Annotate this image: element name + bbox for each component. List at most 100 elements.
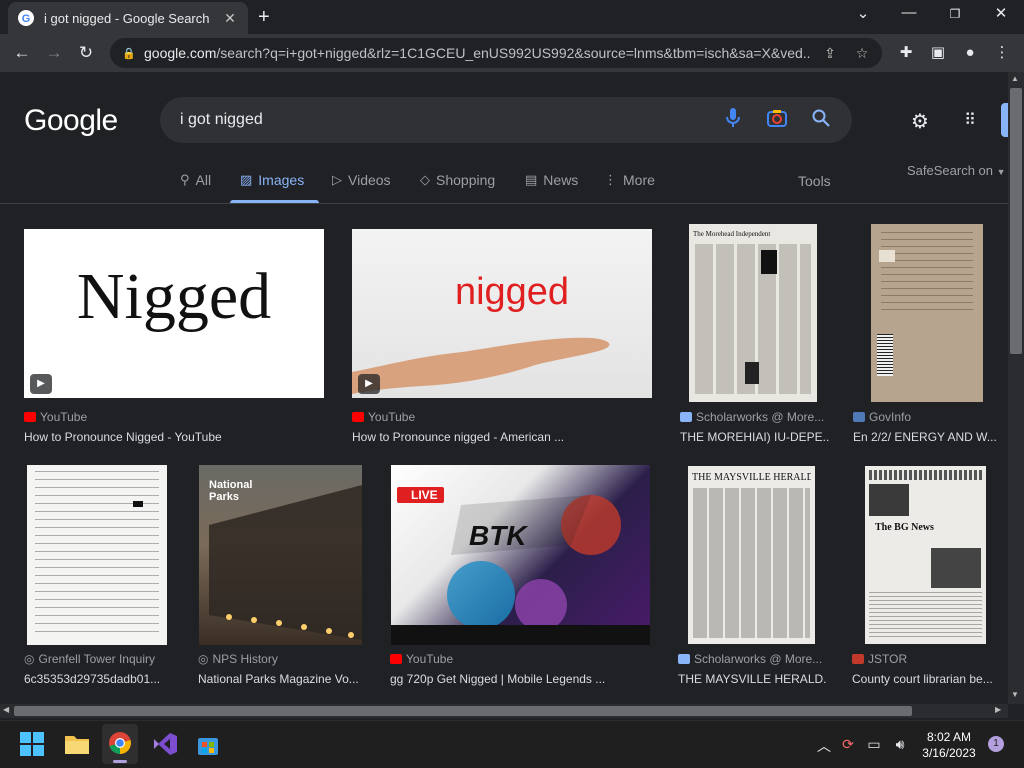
google-logo[interactable]: Google — [24, 104, 118, 138]
globe-icon: ◎ — [24, 652, 35, 666]
horizontal-scrollbar-thumb[interactable] — [14, 706, 912, 716]
windows-start-icon[interactable] — [20, 732, 44, 756]
result-source-5[interactable]: ◎ Grenfell Tower Inquiry — [24, 652, 155, 666]
result-source-9[interactable]: JSTOR — [852, 652, 907, 666]
result-thumbnail-6[interactable]: National Parks — [199, 465, 362, 645]
active-app-indicator — [113, 760, 127, 763]
result-title-4[interactable]: En 2/2/ ENERGY AND W... — [853, 430, 998, 444]
browser-toolbar: ← → ↻ 🔒 google.com/search?q=i+got+nigged… — [0, 34, 1024, 72]
result-source-1[interactable]: YouTube — [24, 410, 87, 424]
tag-icon: ◇ — [420, 172, 430, 187]
result-title-1[interactable]: How to Pronounce Nigged - YouTube — [24, 430, 324, 444]
tab-close-icon[interactable]: ✕ — [222, 10, 238, 27]
notification-badge[interactable]: 1 — [988, 736, 1004, 752]
close-window-button[interactable]: ✕ — [989, 4, 1013, 22]
photo-block — [761, 250, 777, 274]
photo-block — [745, 362, 759, 384]
result-thumbnail-7[interactable]: LIVE BTK — [391, 465, 650, 645]
svg-text:G: G — [22, 13, 31, 25]
result-thumbnail-9[interactable]: The BG News — [865, 466, 986, 644]
scroll-up-icon[interactable]: ▲ — [1011, 74, 1019, 83]
result-source-6[interactable]: ◎ NPS History — [198, 652, 278, 666]
new-tab-button[interactable]: + — [258, 6, 270, 29]
chrome-menu-icon[interactable]: ⋮ — [992, 43, 1012, 63]
result-title-7[interactable]: gg 720p Get Nigged | Mobile Legends ... — [390, 672, 652, 686]
apps-grid-icon[interactable]: ⠿ — [958, 109, 982, 133]
search-icon: ⚲ — [180, 172, 190, 187]
system-clock[interactable]: 8:02 AM 3/16/2023 — [918, 729, 980, 761]
search-box[interactable]: i got nigged — [160, 97, 852, 143]
barcode-sticker — [877, 334, 893, 376]
scroll-down-icon[interactable]: ▼ — [1011, 690, 1019, 699]
newspaper-masthead: The Morehead Independent — [693, 230, 771, 238]
tab-all[interactable]: ⚲ All — [180, 172, 211, 188]
redaction-block — [133, 501, 143, 507]
result-title-8[interactable]: THE MAYSVILLE HERALD. — [678, 672, 828, 686]
result-title-5[interactable]: 6c35353d29735dadb01... — [24, 672, 166, 686]
search-input[interactable]: i got nigged — [180, 111, 700, 129]
chevron-up-icon[interactable]: ︿ — [814, 736, 834, 756]
forward-button[interactable]: → — [43, 42, 65, 64]
result-thumbnail-4[interactable] — [871, 224, 983, 402]
result-title-9[interactable]: County court librarian be... — [852, 672, 998, 686]
thumbnail-text: Nigged — [76, 260, 272, 333]
camera-lens-icon[interactable] — [766, 109, 788, 132]
chrome-icon[interactable] — [108, 731, 132, 755]
tab-label: Shopping — [436, 172, 496, 188]
tab-more[interactable]: ⋮ More — [604, 172, 655, 188]
result-title-6[interactable]: National Parks Magazine Vo... — [198, 672, 363, 686]
result-thumbnail-2[interactable]: nigged ▶ — [352, 229, 652, 398]
more-vert-icon: ⋮ — [604, 172, 617, 187]
file-explorer-icon[interactable] — [64, 732, 90, 756]
reload-button[interactable]: ↻ — [75, 42, 97, 64]
tab-search-icon[interactable]: ⌄ — [851, 4, 875, 22]
document-text-lines — [881, 232, 973, 312]
scroll-right-icon[interactable]: ▶ — [995, 705, 1001, 714]
scroll-left-icon[interactable]: ◀ — [3, 705, 9, 714]
back-button[interactable]: ← — [11, 42, 33, 64]
result-source-7[interactable]: YouTube — [390, 652, 453, 666]
lock-icon[interactable]: 🔒 — [122, 47, 136, 60]
result-source-2[interactable]: YouTube — [352, 410, 415, 424]
result-source-8[interactable]: Scholarworks @ More... — [678, 652, 822, 666]
bookmark-star-icon[interactable]: ☆ — [850, 45, 874, 62]
chevron-down-icon: ▼ — [996, 167, 1006, 177]
browser-tab[interactable]: G i got nigged - Google Search ✕ — [8, 2, 248, 34]
result-thumbnail-8[interactable]: THE MAYSVILLE HERALD. — [688, 466, 815, 644]
microphone-icon[interactable] — [722, 107, 744, 133]
clock-date: 3/16/2023 — [922, 746, 976, 760]
microsoft-store-icon[interactable] — [196, 732, 220, 756]
tab-images[interactable]: ▨ Images — [240, 172, 304, 188]
source-label: YouTube — [40, 410, 88, 424]
profile-icon[interactable]: ● — [960, 43, 980, 63]
result-title-2[interactable]: How to Pronounce nigged - American ... — [352, 430, 652, 444]
tab-videos[interactable]: ▷ Videos — [332, 172, 391, 188]
tab-strip: G i got nigged - Google Search ✕ + ⌄ — ❐… — [0, 0, 1024, 34]
settings-gear-icon[interactable]: ⚙ — [908, 109, 932, 133]
tab-shopping[interactable]: ◇ Shopping — [420, 172, 495, 188]
volume-icon[interactable]: 🔊︎ — [890, 736, 910, 753]
result-source-3[interactable]: Scholarworks @ More... — [680, 410, 824, 424]
source-label: Scholarworks @ More... — [694, 652, 823, 666]
result-thumbnail-5[interactable] — [27, 465, 167, 645]
extensions-icon[interactable]: ✚ — [896, 43, 916, 63]
tab-news[interactable]: ▤ News — [525, 172, 578, 188]
minimize-button[interactable]: — — [897, 4, 921, 21]
result-thumbnail-1[interactable]: Nigged ▶ — [24, 229, 324, 398]
side-panel-icon[interactable]: ▣ — [928, 43, 948, 63]
network-icon[interactable]: ▭ — [864, 736, 884, 753]
result-title-3[interactable]: THE MOREHIAI) IU-DEPE... — [680, 430, 830, 444]
address-bar[interactable]: 🔒 google.com/search?q=i+got+nigged&rlz=1… — [110, 38, 882, 68]
restore-button[interactable]: ❐ — [943, 7, 967, 21]
vertical-scrollbar-thumb[interactable] — [1010, 88, 1022, 354]
tools-button[interactable]: Tools — [798, 173, 831, 189]
search-icon[interactable] — [810, 109, 832, 132]
safesearch-toggle[interactable]: SafeSearch on ▼ — [907, 163, 1006, 178]
result-thumbnail-3[interactable]: The Morehead Independent — [689, 224, 817, 402]
visual-studio-icon[interactable] — [152, 732, 178, 756]
sync-alert-icon[interactable]: ⟳ — [838, 736, 858, 753]
result-source-4[interactable]: GovInfo — [853, 410, 911, 424]
share-icon[interactable]: ⇪ — [818, 45, 842, 62]
play-icon: ▶ — [30, 374, 52, 394]
thumbnail-text: nigged — [454, 271, 570, 313]
